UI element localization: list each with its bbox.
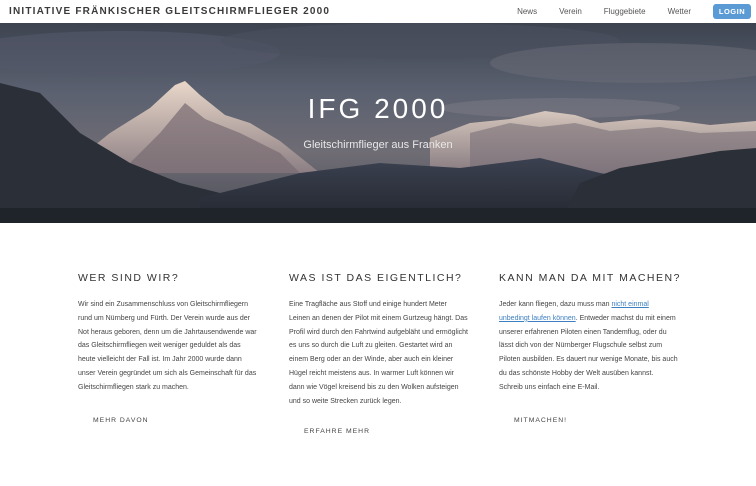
nav-link-verein[interactable]: Verein (559, 7, 582, 16)
erfahre-mehr-button[interactable]: ERFAHRE MEHR (304, 428, 370, 435)
nav-links: News Verein Fluggebiete Wetter LOGIN (517, 0, 756, 23)
hero-subtitle: Gleitschirmflieger aus Franken (303, 139, 453, 151)
column-wer-sind-wir: WER SIND WIR? Wir sind ein Zusammenschlu… (78, 272, 258, 427)
column-heading: KANN MAN DA MIT MACHEN? (499, 272, 681, 284)
column-heading: WER SIND WIR? (78, 272, 180, 284)
site-brand[interactable]: INITIATIVE FRÄNKISCHER GLEITSCHIRMFLIEGE… (9, 6, 330, 17)
column-heading: WAS IST DAS EIGENTLICH? (289, 272, 463, 284)
column-text: Wir sind ein Zusammenschluss von Gleitsc… (78, 301, 257, 391)
column-text-before: Jeder kann fliegen, dazu muss man (499, 301, 612, 308)
navbar: INITIATIVE FRÄNKISCHER GLEITSCHIRMFLIEGE… (0, 0, 756, 23)
hero-banner: IFG 2000 Gleitschirmflieger aus Franken (0, 23, 756, 223)
column-text: Eine Tragfläche aus Stoff und einige hun… (289, 301, 468, 405)
nav-link-fluggebiete[interactable]: Fluggebiete (604, 7, 646, 16)
column-text: Jeder kann fliegen, dazu muss man nicht … (499, 298, 679, 395)
column-mitmachen: KANN MAN DA MIT MACHEN? Jeder kann flieg… (499, 272, 679, 427)
nav-link-wetter[interactable]: Wetter (668, 7, 691, 16)
mitmachen-button[interactable]: MITMACHEN! (514, 417, 567, 424)
column-was-ist-das: WAS IST DAS EIGENTLICH? Eine Tragfläche … (289, 272, 469, 438)
login-button[interactable]: LOGIN (713, 4, 751, 19)
column-text-after: . Entweder machst du mit einem unserer e… (499, 314, 678, 391)
nav-link-news[interactable]: News (517, 7, 537, 16)
hero-title: IFG 2000 (307, 93, 449, 124)
mehr-davon-button[interactable]: MEHR DAVON (93, 417, 149, 424)
